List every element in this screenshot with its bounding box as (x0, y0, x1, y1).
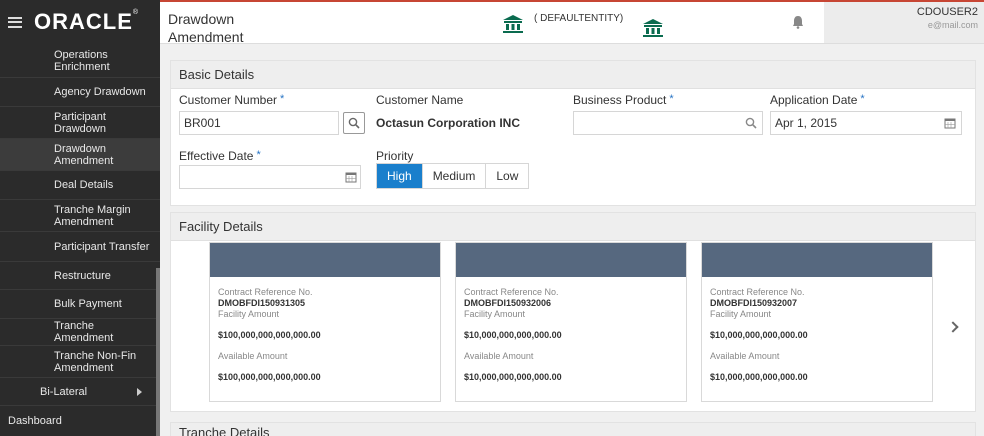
available-amount-value: $100,000,000,000,000.00 (218, 372, 321, 382)
sidebar-group-label: Bi-Lateral (40, 385, 88, 398)
sidebar-item-operations-enrichment[interactable]: Operations Enrichment (0, 44, 160, 78)
brand-bar: ORACLE® (0, 0, 160, 44)
sidebar-group-bi-lateral[interactable]: Bi-Lateral (0, 378, 160, 406)
user-name: CDOUSER2 (916, 6, 978, 18)
caret-right-icon (137, 387, 142, 396)
effective-date-label: Effective Date * (179, 149, 261, 163)
basic-details-panel: Basic Details Customer Number * BR001 Cus… (170, 60, 976, 206)
tranche-details-panel: Tranche Details (170, 422, 976, 436)
facility-amount-value: $10,000,000,000,000.00 (464, 330, 562, 340)
customer-name-value: Octasun Corporation INC (376, 116, 521, 130)
sidebar-item-label: Agency Drawdown (54, 86, 146, 98)
calendar-icon[interactable] (944, 117, 956, 129)
facility-amount-label: Facility Amount (218, 309, 280, 319)
business-product-input[interactable] (573, 111, 763, 135)
sidebar-item-label: Deal Details (54, 179, 114, 191)
sidebar-item-label: Participant Drawdown (54, 110, 106, 135)
sidebar-item-bulk-payment[interactable]: Bulk Payment (0, 290, 160, 319)
user-menu[interactable]: CDOUSER2 e@mail.com (824, 2, 984, 43)
hamburger-menu-icon[interactable] (8, 16, 22, 28)
facility-amount-value: $100,000,000,000,000.00 (218, 330, 321, 340)
required-marker: * (280, 93, 285, 105)
sidebar-item-agency-drawdown[interactable]: Agency Drawdown (0, 78, 160, 107)
application-date-label: Application Date * (770, 93, 865, 107)
effective-date-input[interactable] (179, 165, 361, 189)
user-email: e@mail.com (927, 20, 978, 30)
sidebar-item-label: Participant Transfer (54, 240, 150, 253)
contract-ref-label: Contract Reference No. (464, 287, 559, 297)
available-amount-value: $10,000,000,000,000.00 (464, 372, 562, 382)
contract-ref-label: Contract Reference No. (710, 287, 805, 297)
sidebar-item-label: Tranche Margin Amendment (54, 203, 131, 228)
sidebar-item-label: Operations Enrichment (54, 48, 110, 73)
sidebar-item-deal-details[interactable]: Deal Details (0, 171, 160, 200)
bank-icon[interactable] (502, 14, 524, 34)
branch-bank-icon[interactable] (642, 18, 664, 38)
sidebar-item-tranche-margin-amendment[interactable]: Tranche Margin Amendment (0, 200, 160, 232)
contract-ref-label: Contract Reference No. (218, 287, 313, 297)
entity-label: ( DEFAULTENTITY) (534, 13, 624, 24)
sidebar-item-label: Dashboard (8, 415, 62, 427)
basic-details-header: Basic Details (171, 61, 975, 89)
sidebar-item-participant-transfer[interactable]: Participant Transfer (0, 232, 160, 262)
bell-icon[interactable] (792, 15, 804, 29)
sidebar-item-label: Restructure (54, 269, 111, 282)
business-product-label: Business Product * (573, 93, 674, 107)
sidebar-item-tranche-non-fin-amendment[interactable]: Tranche Non-Fin Amendment (0, 346, 160, 378)
sidebar-item-restructure[interactable]: Restructure (0, 262, 160, 290)
facility-amount-label: Facility Amount (710, 309, 772, 319)
priority-toggle: High Medium Low (376, 163, 530, 189)
sidebar-item-label: Drawdown Amendment (54, 142, 114, 167)
sidebar-item-drawdown-amendment[interactable]: Drawdown Amendment (0, 139, 160, 171)
sidebar-item-label: Tranche Amendment (54, 320, 114, 344)
facility-card[interactable]: Contract Reference No. DMOBFDI150932007 … (701, 242, 933, 402)
contract-ref-value: DMOBFDI150931305 (218, 298, 306, 308)
priority-high-option[interactable]: High (377, 164, 423, 188)
sidebar-item-participant-drawdown[interactable]: Participant Drawdown (0, 107, 160, 139)
contract-ref-value: DMOBFDI150932007 (710, 298, 798, 308)
priority-label: Priority (376, 149, 414, 163)
contract-ref-value: DMOBFDI150932006 (464, 298, 552, 308)
application-date-input[interactable]: Apr 1, 2015 (770, 111, 962, 135)
facility-card-banner (210, 243, 440, 277)
oracle-logo: ORACLE® (34, 9, 140, 34)
page-title: Drawdown Amendment (168, 11, 244, 44)
search-icon[interactable] (745, 117, 757, 129)
sidebar-menu: Operations Enrichment Agency Drawdown Pa… (0, 44, 160, 436)
tranche-details-header: Tranche Details (171, 423, 975, 436)
facility-details-header: Facility Details (171, 213, 975, 241)
sidebar-item-dashboard[interactable]: Dashboard (0, 406, 160, 436)
main-content: Basic Details Customer Number * BR001 Cus… (160, 44, 984, 436)
sidebar-item-label: Tranche Non-Fin Amendment (54, 349, 137, 374)
available-amount-label: Available Amount (710, 351, 780, 361)
facility-amount-value: $10,000,000,000,000.00 (710, 330, 808, 340)
available-amount-label: Available Amount (218, 351, 288, 361)
priority-medium-option[interactable]: Medium (423, 164, 487, 188)
calendar-icon[interactable] (345, 171, 357, 183)
facility-card[interactable]: Contract Reference No. DMOBFDI150931305 … (209, 242, 441, 402)
customer-number-input[interactable]: BR001 (179, 111, 339, 135)
facility-card-banner (702, 243, 932, 277)
customer-search-button[interactable] (343, 112, 365, 134)
sidebar-item-label: Bulk Payment (54, 298, 122, 310)
facility-amount-label: Facility Amount (464, 309, 526, 319)
required-marker: * (256, 149, 261, 161)
facility-details-panel: Facility Details Contract Reference No. … (170, 212, 976, 412)
available-amount-value: $10,000,000,000,000.00 (710, 372, 808, 382)
customer-number-label: Customer Number * (179, 93, 285, 107)
required-marker: * (860, 93, 865, 105)
top-bar: Drawdown Amendment ( DEFAULTENTITY) CDOU… (160, 0, 984, 44)
chevron-right-icon[interactable] (947, 321, 959, 333)
facility-card-banner (456, 243, 686, 277)
sidebar-item-tranche-amendment[interactable]: Tranche Amendment (0, 319, 160, 346)
facility-card[interactable]: Contract Reference No. DMOBFDI150932006 … (455, 242, 687, 402)
customer-name-label: Customer Name (376, 93, 464, 107)
available-amount-label: Available Amount (464, 351, 534, 361)
priority-low-option[interactable]: Low (486, 164, 528, 188)
search-icon (348, 117, 360, 129)
required-marker: * (669, 93, 674, 105)
sidebar: ORACLE® Operations Enrichment Agency Dra… (0, 0, 160, 436)
